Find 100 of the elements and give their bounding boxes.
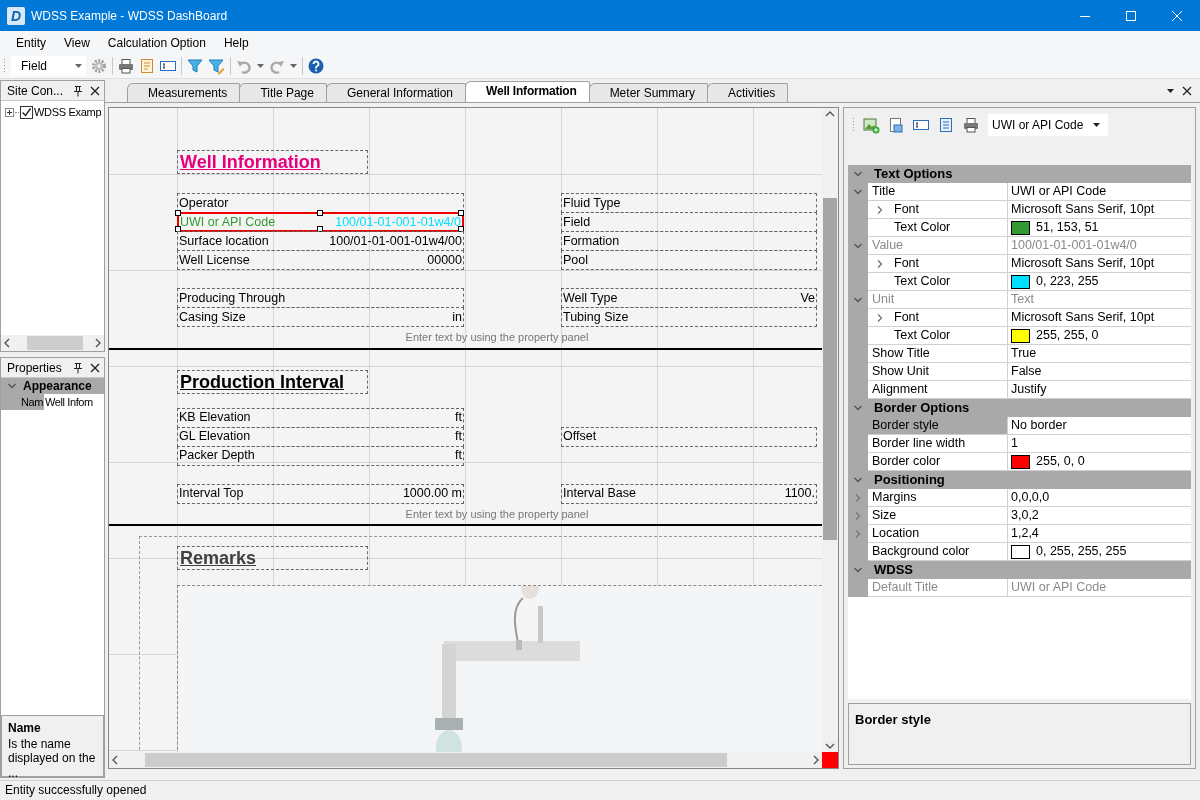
property-row[interactable]: Text Color 51, 153, 51 [848, 219, 1191, 237]
resize-handle[interactable] [316, 226, 323, 232]
field-control[interactable]: Packer Depth ft [177, 445, 464, 466]
field-control[interactable]: Field [561, 212, 817, 232]
row-header[interactable]: Border style [868, 417, 1008, 435]
row-header[interactable]: Title [868, 183, 1008, 201]
chevron-right-icon[interactable] [95, 338, 101, 348]
property-row[interactable]: Show Unit False [848, 363, 1191, 381]
field-control[interactable]: Casing Size in [177, 307, 464, 327]
chevron-up-icon[interactable] [825, 111, 835, 117]
caret-icon[interactable] [1167, 89, 1174, 93]
chevron-down-icon[interactable] [853, 187, 863, 197]
category-header[interactable]: Border Options [848, 399, 1191, 417]
field-control[interactable]: Surface location 100/01-01-001-01w4/00 [177, 231, 464, 251]
row-header[interactable]: Size [868, 507, 1008, 525]
row-header[interactable]: Show Unit [868, 363, 1008, 381]
category-header[interactable]: WDSS [848, 561, 1191, 579]
textbox-icon[interactable] [160, 58, 176, 74]
document-tab[interactable]: Title Page [239, 83, 327, 102]
chevron-down-icon[interactable] [7, 381, 17, 391]
chevron-down-icon[interactable] [853, 565, 863, 575]
maximize-icon[interactable] [1126, 10, 1136, 21]
category-header[interactable]: Text Options [848, 165, 1191, 183]
field-control[interactable]: Interval Base 1100. [561, 483, 817, 504]
filter-icon[interactable] [187, 58, 203, 74]
field-control[interactable]: Tubing Size [561, 307, 817, 327]
scrollbar-thumb[interactable] [145, 753, 727, 767]
resize-handle[interactable] [175, 210, 181, 216]
menu-item[interactable]: Entity [7, 33, 55, 52]
chevron-down-icon[interactable] [853, 403, 863, 413]
section-title[interactable]: Remarks [177, 546, 368, 570]
property-row[interactable]: Alignment Justify [848, 381, 1191, 399]
property-row[interactable]: Location 1,2,4 [848, 525, 1191, 543]
image-add-icon[interactable] [863, 116, 880, 134]
field-control[interactable]: Formation [561, 231, 817, 251]
resize-handle[interactable] [458, 226, 464, 232]
document-tab[interactable]: Well Information [465, 81, 590, 102]
property-row[interactable]: Border line width 1 [848, 435, 1191, 453]
category-header[interactable]: Positioning [848, 471, 1191, 489]
pin-icon[interactable] [72, 84, 84, 97]
property-row[interactable]: Margins 0,0,0,0 [848, 489, 1191, 507]
property-row[interactable]: Nam Well Infom [1, 394, 104, 410]
field-control[interactable]: Pool [561, 250, 817, 270]
property-row[interactable]: Border color 255, 0, 0 [848, 453, 1191, 471]
row-header[interactable]: Show Title [868, 345, 1008, 363]
document-tab[interactable]: Activities [707, 83, 789, 102]
tree-item[interactable]: WDSS Examp [1, 101, 104, 121]
row-header[interactable]: Location [868, 525, 1008, 543]
section-title[interactable]: Well Information [177, 150, 368, 174]
menu-item[interactable]: Help [214, 33, 258, 52]
chevron-down-icon[interactable] [853, 475, 863, 485]
row-header[interactable]: Alignment [868, 381, 1008, 399]
field-control[interactable]: GL Elevation ft [177, 426, 464, 447]
section-title[interactable]: Production Interval [177, 369, 368, 394]
close-icon[interactable] [1182, 86, 1192, 96]
resize-handle[interactable] [316, 210, 323, 216]
scrollbar-thumb[interactable] [27, 336, 83, 350]
document-tab[interactable]: General Information [325, 83, 467, 102]
checkbox[interactable] [20, 105, 33, 119]
document-tab[interactable]: Meter Summary [588, 83, 708, 102]
property-row[interactable]: Font Microsoft Sans Serif, 10pt [848, 201, 1191, 219]
horizontal-scrollbar[interactable] [109, 752, 822, 768]
chevron-left-icon[interactable] [112, 755, 118, 765]
category-header[interactable]: Appearance [1, 378, 104, 394]
field-control[interactable]: Well License 00000 [177, 250, 464, 270]
chevron-left-icon[interactable] [4, 338, 10, 348]
menu-item[interactable]: Calculation Option [98, 33, 215, 52]
row-header[interactable]: Border line width [868, 435, 1008, 453]
close-icon[interactable] [90, 362, 100, 373]
document-icon[interactable] [888, 116, 905, 134]
printer-icon[interactable] [118, 58, 134, 74]
chevron-down-icon[interactable] [825, 743, 835, 749]
field-control[interactable]: Well Type Ve [561, 288, 817, 308]
field-control[interactable]: KB Elevation ft [177, 407, 464, 428]
field-control[interactable]: Fluid Type [561, 193, 817, 213]
row-header[interactable]: Margins [868, 489, 1008, 507]
field-dropdown[interactable]: Field [11, 56, 86, 76]
object-dropdown[interactable]: UWI or API Code [988, 114, 1108, 136]
property-row[interactable]: Title UWI or API Code [848, 183, 1191, 201]
page-icon[interactable] [938, 116, 955, 134]
document-icon[interactable] [139, 58, 155, 74]
chevron-right-icon[interactable] [813, 755, 819, 765]
chevron-down-icon[interactable] [853, 169, 863, 179]
resize-handle[interactable] [458, 210, 464, 216]
resize-handle[interactable] [175, 226, 181, 232]
vertical-scrollbar[interactable] [822, 108, 838, 752]
expand-box-icon[interactable] [5, 107, 14, 117]
property-row[interactable]: Size 3,0,2 [848, 507, 1191, 525]
property-row[interactable]: Show Title True [848, 345, 1191, 363]
scrollbar-thumb[interactable] [823, 198, 837, 540]
document-tab[interactable]: Measurements [127, 83, 241, 102]
settings-icon[interactable] [91, 58, 107, 74]
field-control[interactable]: Interval Top 1000.00 m [177, 483, 464, 504]
printer-icon[interactable] [963, 116, 980, 134]
field-control[interactable]: Offset [561, 426, 817, 447]
menu-item[interactable]: View [55, 33, 99, 52]
property-row[interactable]: Background color 0, 255, 255, 255 [848, 543, 1191, 561]
horizontal-scrollbar[interactable] [1, 335, 104, 351]
row-header[interactable]: Text Color [868, 219, 1008, 237]
filter-edit-icon[interactable] [208, 57, 225, 75]
